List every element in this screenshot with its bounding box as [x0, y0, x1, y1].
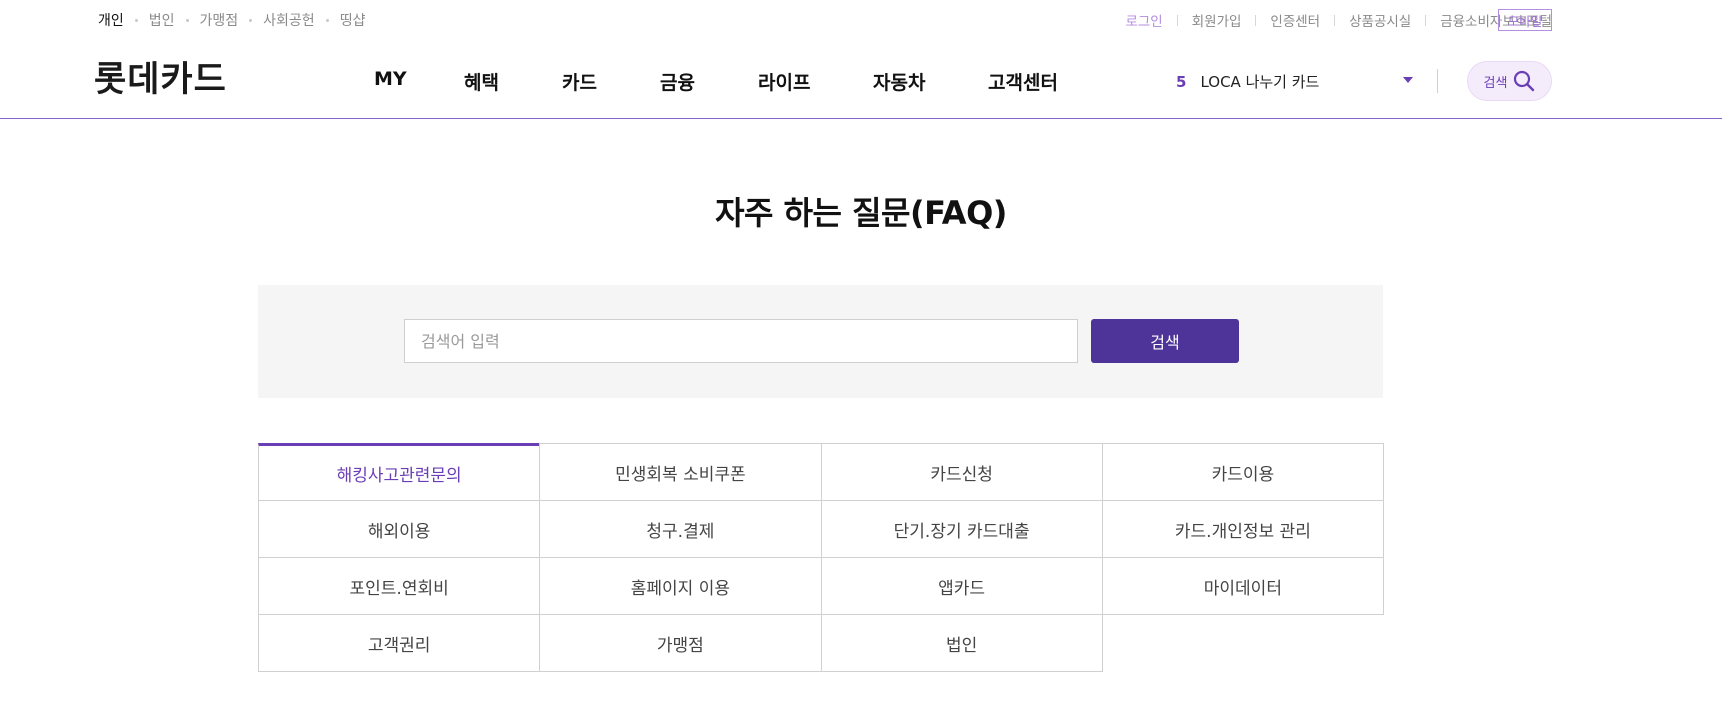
separator-dot	[134, 18, 138, 22]
separator	[1425, 14, 1427, 26]
rolling-banner[interactable]: 5 LOCA 나누기 카드	[1176, 71, 1319, 92]
utility-bar: 개인 법인 가맹점 사회공헌 띵샵 로그인 회원가입 인증센터 상품공시실 금융…	[0, 0, 1722, 40]
faq-category-tab[interactable]: 앱카드	[820, 557, 1103, 615]
faq-search-box: 검색	[258, 285, 1383, 398]
segment-shop[interactable]: 띵샵	[340, 10, 366, 30]
faq-category-tab[interactable]: 홈페이지 이용	[539, 557, 822, 615]
faq-category-tab[interactable]: 법인	[820, 614, 1103, 672]
faq-category-tab[interactable]: 포인트.연회비	[258, 557, 541, 615]
main-menu: MY 혜택 카드 금융 라이프 자동차 고객센터	[374, 68, 1058, 95]
segment-merchant[interactable]: 가맹점	[200, 10, 239, 30]
faq-category-tab[interactable]: 카드이용	[1101, 443, 1384, 501]
rolling-rank: 5	[1176, 72, 1187, 91]
product-disclosure-link[interactable]: 상품공시실	[1349, 10, 1411, 30]
signup-link[interactable]: 회원가입	[1192, 10, 1242, 30]
header-search-button[interactable]: 검색	[1467, 61, 1552, 101]
menu-item-my[interactable]: MY	[374, 68, 464, 95]
faq-category-grid: 해킹사고관련문의 민생회복 소비쿠폰 카드신청 카드이용해외이용 청구.결제 단기.장기 …	[258, 443, 1384, 672]
separator	[1334, 14, 1336, 26]
logo[interactable]: 롯데카드	[94, 51, 227, 102]
search-button[interactable]: 검색	[1091, 319, 1239, 363]
faq-category-tab[interactable]: 카드신청	[820, 443, 1103, 501]
certificate-center-link[interactable]: 인증센터	[1270, 10, 1320, 30]
segment-social[interactable]: 사회공헌	[263, 10, 315, 30]
menu-item-benefit[interactable]: 혜택	[464, 68, 562, 95]
faq-category-tab[interactable]: 가맹점	[539, 614, 822, 672]
separator	[1255, 14, 1257, 26]
page-title: 자주 하는 질문(FAQ)	[715, 194, 1007, 232]
main-header: 롯데카드 MY 혜택 카드 금융 라이프 자동차 고객센터 5 LOCA 나누기…	[0, 40, 1722, 119]
menu-item-card[interactable]: 카드	[562, 68, 660, 95]
segment-corporate[interactable]: 법인	[149, 10, 175, 30]
faq-category-tab[interactable]: 해외이용	[258, 500, 541, 558]
separator	[1176, 14, 1178, 26]
search-input[interactable]	[404, 319, 1078, 363]
faq-category-tab[interactable]: 단기.장기 카드대출	[820, 500, 1103, 558]
separator-dot	[185, 18, 189, 22]
segment-nav: 개인 법인 가맹점 사회공헌 띵샵	[98, 10, 365, 30]
faq-category-tab[interactable]: 마이데이터	[1101, 557, 1384, 615]
search-icon	[1514, 70, 1535, 92]
separator-dot	[249, 18, 253, 22]
utility-links: 로그인 회원가입 인증센터 상품공시실 금융소비자보호포털	[1125, 10, 1552, 30]
chevron-down-icon[interactable]	[1403, 77, 1413, 83]
menu-item-life[interactable]: 라이프	[758, 68, 873, 95]
login-link[interactable]: 로그인	[1125, 10, 1162, 30]
segment-personal[interactable]: 개인	[98, 10, 124, 30]
faq-category-tab[interactable]: 고객권리	[258, 614, 541, 672]
header-search-label: 검색	[1483, 75, 1508, 91]
menu-item-finance[interactable]: 금융	[660, 68, 758, 95]
faq-category-tab[interactable]: 카드.개인정보 관리	[1101, 500, 1384, 558]
divider	[1437, 69, 1438, 93]
mobile-button[interactable]: 모바일	[1498, 9, 1552, 31]
faq-category-tab[interactable]: 청구.결제	[539, 500, 822, 558]
faq-category-tab[interactable]: 해킹사고관련문의	[258, 443, 541, 501]
menu-item-car[interactable]: 자동차	[873, 68, 988, 95]
rolling-text: LOCA 나누기 카드	[1200, 73, 1320, 91]
faq-category-tab[interactable]: 민생회복 소비쿠폰	[539, 443, 822, 501]
menu-item-customer-center[interactable]: 고객센터	[988, 68, 1058, 95]
separator-dot	[325, 18, 329, 22]
